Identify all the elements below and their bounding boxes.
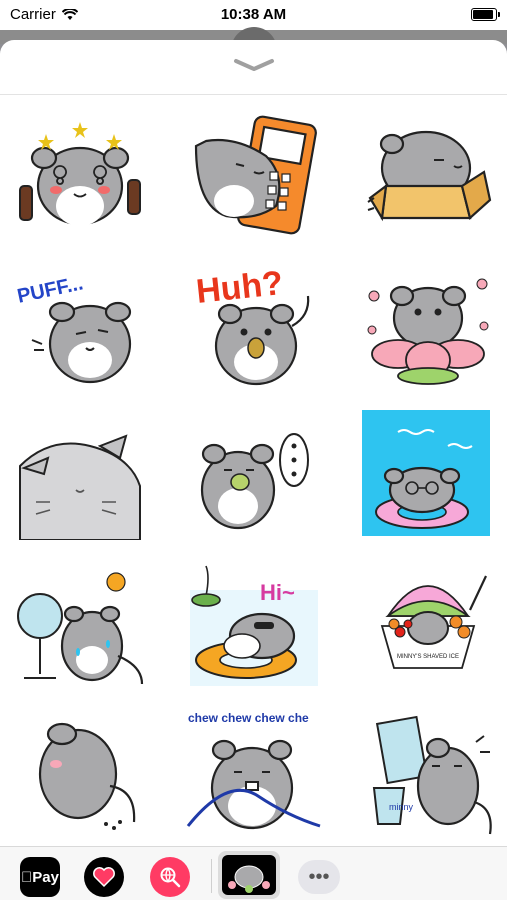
sticker-text-huh: Huh? xyxy=(194,264,284,311)
sticker-chinchilla-phone[interactable] xyxy=(184,106,324,240)
sticker-grid: PUFF... Huh? Hi~ MINNY'S SHAVED ICE chew… xyxy=(0,96,507,844)
chinchilla-sticker-app-selected[interactable] xyxy=(218,851,280,899)
sticker-big-chinchilla[interactable] xyxy=(10,406,150,540)
images-search-app[interactable] xyxy=(150,857,190,897)
apple-pay-label: Pay xyxy=(26,868,59,886)
sticker-text-minny: minny xyxy=(389,802,414,812)
sticker-text-puff: PUFF... xyxy=(15,272,85,307)
sticker-puff-chinchilla[interactable]: PUFF... xyxy=(10,256,150,390)
sticker-text-chew: chew chew chew che xyxy=(188,711,309,725)
apple-pay-app[interactable]: Pay xyxy=(20,857,60,897)
sticker-text-shaved-ice: MINNY'S SHAVED ICE xyxy=(397,654,459,660)
sticker-huh-chinchilla[interactable]: Huh? xyxy=(184,256,324,390)
sticker-chinchilla-shaved-ice[interactable]: MINNY'S SHAVED ICE xyxy=(358,556,498,690)
clock: 10:38 AM xyxy=(220,6,287,23)
sticker-chinchilla-back[interactable] xyxy=(10,706,150,840)
sticker-app-thumbnail xyxy=(222,855,276,895)
digital-touch-app[interactable] xyxy=(84,857,124,897)
imessage-app-drawer: Pay ••• xyxy=(0,846,507,900)
battery-icon xyxy=(471,8,500,21)
collapse-chevron-icon[interactable] xyxy=(232,58,276,72)
sticker-chinchilla-fan[interactable] xyxy=(10,556,150,690)
sheet-divider xyxy=(0,94,507,95)
sticker-chinchilla-ellipsis[interactable] xyxy=(184,406,324,540)
sticker-text-hi: Hi~ xyxy=(260,580,295,605)
search-globe-icon xyxy=(160,867,181,888)
status-bar: Carrier 10:38 AM xyxy=(0,0,507,30)
sticker-dizzy-chinchilla[interactable] xyxy=(10,106,150,240)
sticker-chinchilla-chew[interactable]: chew chew chew che xyxy=(184,706,324,840)
drawer-separator xyxy=(211,859,212,893)
sticker-chinchilla-swim-ring[interactable] xyxy=(358,406,498,540)
heart-icon xyxy=(93,867,115,888)
sticker-chinchilla-box[interactable] xyxy=(358,106,498,240)
sticker-sheet: PUFF... Huh? Hi~ MINNY'S SHAVED ICE chew… xyxy=(0,40,507,900)
sticker-chinchilla-mirror[interactable]: minny xyxy=(358,706,498,840)
sticker-chinchilla-flower[interactable] xyxy=(358,256,498,390)
sticker-chinchilla-hi-float[interactable]: Hi~ xyxy=(184,556,324,690)
more-apps-button[interactable]: ••• xyxy=(298,860,340,894)
apple-logo-icon:  xyxy=(21,869,32,886)
battery-level xyxy=(473,10,494,19)
